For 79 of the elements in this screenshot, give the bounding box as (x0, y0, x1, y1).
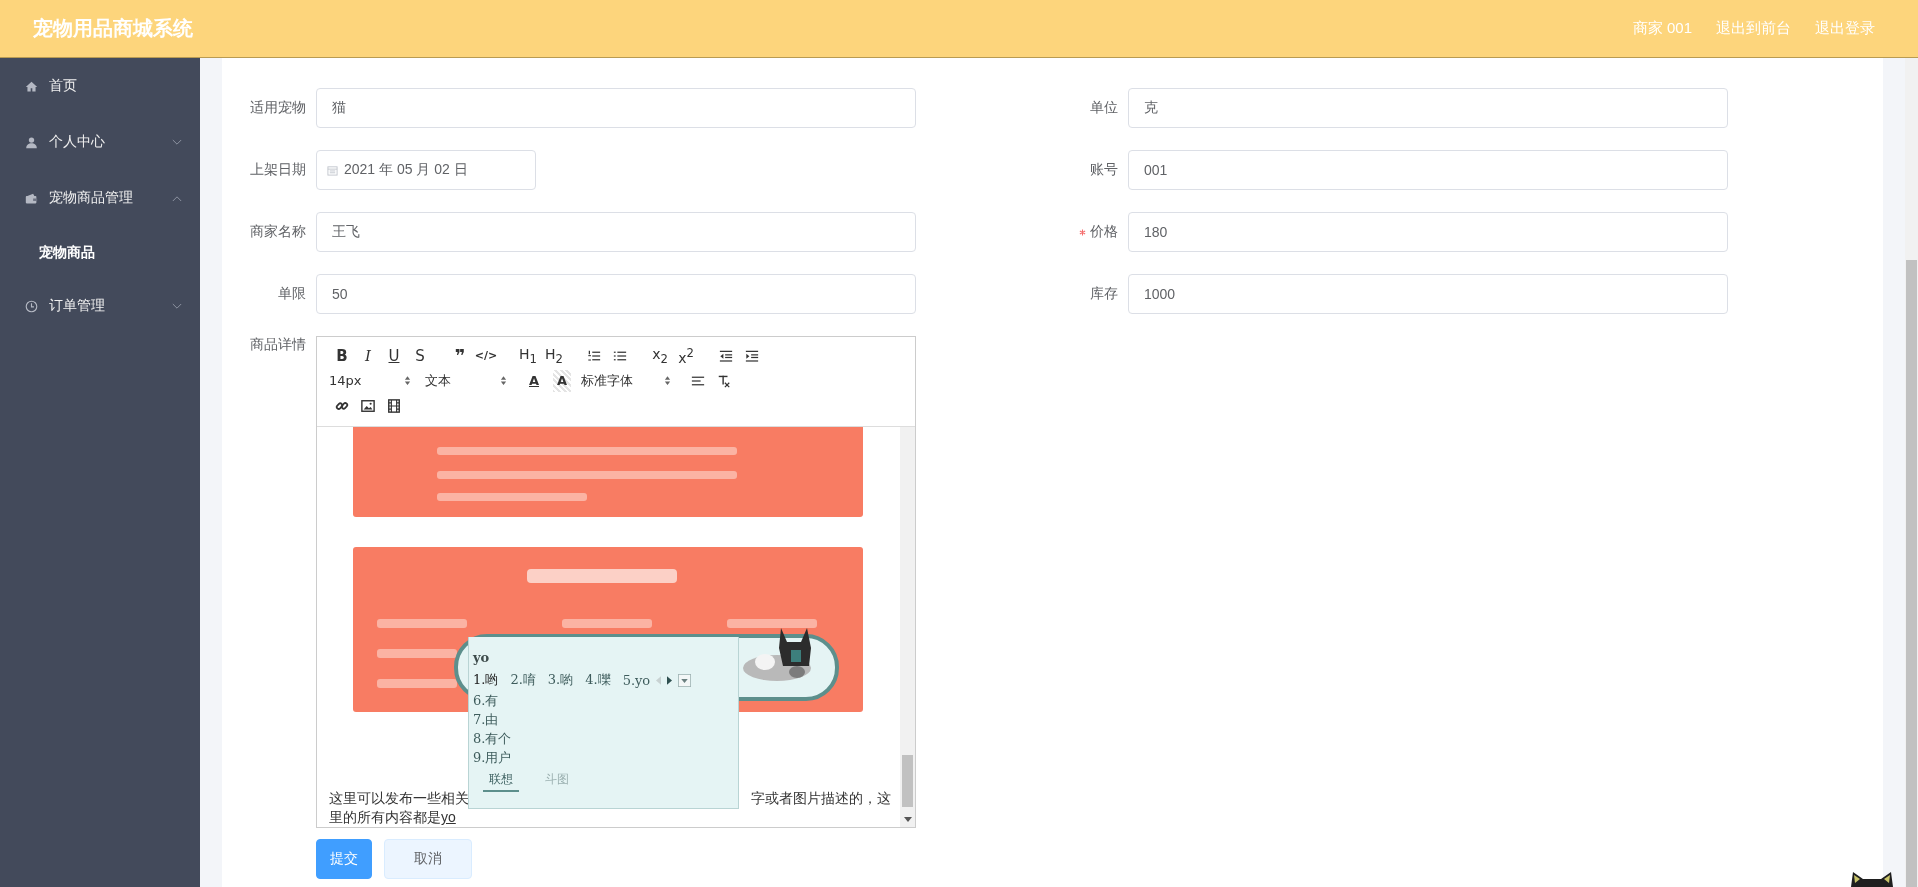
heading-button[interactable]: H$_{1}$ (515, 344, 541, 367)
field-label: 单位 (1090, 99, 1118, 117)
heading-button[interactable]: H$_{2}$ (541, 344, 567, 367)
field-label: 商品详情 (250, 336, 306, 354)
code-button[interactable]: </> (473, 344, 499, 367)
cat-drawing (1849, 870, 1895, 887)
input-field[interactable]: 猫 (316, 88, 916, 128)
sidebar-item[interactable]: 宠物商品管理 (0, 170, 200, 226)
scrollbar-thumb[interactable] (1906, 260, 1917, 887)
input-field[interactable]: 180 (1128, 212, 1728, 252)
input-field[interactable]: 50 (316, 274, 916, 314)
editor-text: 这里可以发布一些相关 (329, 789, 469, 808)
ime-candidate[interactable]: 3.喲 (547, 671, 574, 689)
toolbar-select[interactable]: 14px (329, 369, 411, 392)
input-field[interactable]: 1000 (1128, 274, 1728, 314)
user-icon (25, 135, 38, 149)
field-label: 单限 (278, 285, 306, 303)
highlight-button[interactable]: A (553, 369, 571, 392)
home-icon (25, 79, 38, 93)
sidebar-label: 个人中心 (49, 133, 106, 151)
editor-text: 字或者图片描述的，这 (751, 789, 891, 808)
input-field[interactable]: 克 (1128, 88, 1728, 128)
cancel-button[interactable]: 取消 (384, 839, 472, 879)
wallet-icon (25, 191, 38, 205)
outdent-icon (719, 348, 733, 363)
sidebar-item[interactable]: 订单管理 (0, 278, 200, 334)
expand-icon[interactable] (678, 673, 692, 687)
app-title: 宠物用品商城系统 (33, 16, 193, 41)
superscript-button[interactable]: x$^{2}$ (673, 344, 699, 367)
sidebar-label: 宠物商品管理 (49, 189, 134, 207)
sidebar-subitem[interactable]: 宠物商品 (0, 226, 200, 278)
image-icon (361, 398, 375, 413)
sidebar-item[interactable]: 首页 (0, 58, 200, 114)
ime-candidate[interactable]: 7.由 (473, 710, 738, 729)
field-label: 商家名称 (250, 223, 306, 241)
quote-button[interactable]: ❞ (447, 344, 473, 367)
ime-candidate[interactable]: 4.嚛 (585, 671, 611, 689)
toolbar-select[interactable]: 标准字体 (581, 369, 671, 392)
ime-tab[interactable]: 联想 (483, 771, 519, 792)
updown-icon (404, 375, 411, 386)
strikethrough-button[interactable]: S (407, 344, 433, 367)
input-field[interactable]: 001 (1128, 150, 1728, 190)
field-label: 价格 (1090, 223, 1118, 241)
calendar-icon (327, 164, 338, 176)
scrollbar[interactable] (900, 427, 915, 827)
clock-icon (25, 299, 38, 313)
underline-button[interactable]: U (381, 344, 407, 367)
input-field[interactable]: 王飞 (316, 212, 916, 252)
scrollbar[interactable] (1905, 58, 1918, 887)
editor-text: 里的所有内容都是yo (329, 808, 457, 827)
field-label: 库存 (1090, 285, 1118, 303)
field-label: 适用宠物 (250, 99, 306, 117)
ime-candidate[interactable]: 2.唷 (510, 671, 536, 689)
scrollbar-thumb[interactable] (902, 755, 913, 807)
scroll-arrow-icon[interactable] (904, 817, 912, 823)
field-label: 上架日期 (250, 161, 306, 179)
updown-icon (500, 375, 507, 386)
italic-button[interactable]: I (355, 344, 381, 367)
sidebar-label: 首页 (49, 77, 78, 95)
ime-input-text: yo (473, 649, 491, 667)
ime-candidate[interactable]: 9.用户 (473, 748, 738, 767)
field-label: 账号 (1090, 161, 1118, 179)
film-icon (387, 398, 401, 413)
clear-format-icon (717, 373, 731, 388)
ime-candidate[interactable]: 8.有个 (473, 729, 738, 748)
indent-icon (745, 348, 759, 363)
ime-candidate[interactable]: 1.哟 (473, 671, 499, 689)
sidebar-label: 订单管理 (49, 297, 106, 315)
updown-icon (664, 375, 671, 386)
sidebar-item[interactable]: 个人中心 (0, 114, 200, 170)
ime-candidate[interactable]: 6.有 (473, 691, 738, 710)
ime-candidate[interactable]: 5.yo (622, 672, 651, 688)
next-icon[interactable] (667, 675, 673, 685)
numbered-list-icon (587, 348, 601, 363)
font-color-button[interactable]: A (521, 369, 547, 392)
subscript-button[interactable]: x$_{2}$ (647, 344, 673, 367)
date-field[interactable]: 2021 年 05 月 02 日 (316, 150, 536, 190)
toolbar-select[interactable]: 文本 (425, 369, 507, 392)
bold-button[interactable]: B (329, 344, 355, 367)
